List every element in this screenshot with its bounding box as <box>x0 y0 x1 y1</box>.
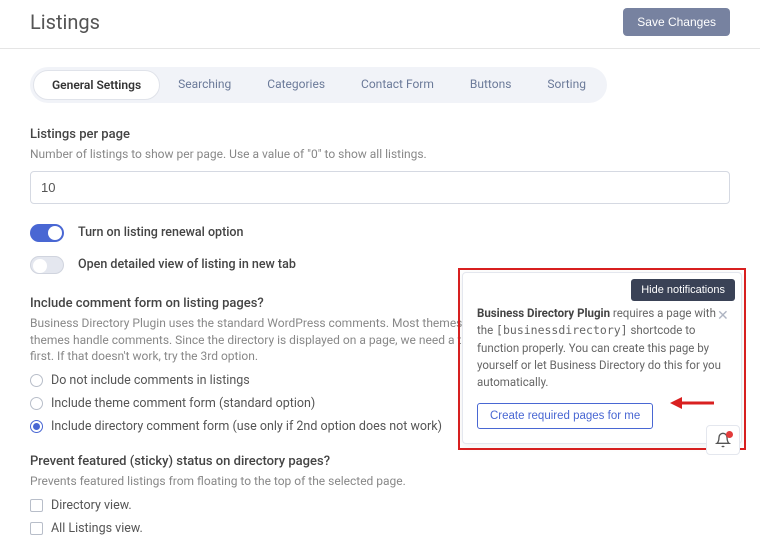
save-button[interactable]: Save Changes <box>623 8 730 36</box>
tab-sorting[interactable]: Sorting <box>529 70 604 100</box>
notification-shortcode: [businessdirectory] <box>496 323 628 337</box>
hide-notifications-button[interactable]: Hide notifications <box>631 279 735 301</box>
notifications-bell-button[interactable] <box>706 425 740 455</box>
page-title: Listings <box>30 10 100 34</box>
sticky-checkbox-1[interactable] <box>30 522 43 535</box>
sticky-label: Prevent featured (sticky) status on dire… <box>30 454 730 469</box>
sticky-desc: Prevents featured listings from floating… <box>30 473 730 490</box>
sticky-checkbox-label-1: All Listings view. <box>51 521 143 536</box>
renewal-toggle[interactable] <box>30 224 64 242</box>
renewal-toggle-label: Turn on listing renewal option <box>78 225 243 240</box>
listings-per-page-label: Listings per page <box>30 127 730 142</box>
listings-per-page-input[interactable] <box>30 171 730 204</box>
tab-contact-form[interactable]: Contact Form <box>343 70 452 100</box>
tab-searching[interactable]: Searching <box>160 70 249 100</box>
comment-radio-0[interactable] <box>30 374 43 387</box>
tabs: General SettingsSearchingCategoriesConta… <box>30 67 607 103</box>
tab-general-settings[interactable]: General Settings <box>33 70 160 100</box>
comment-radio-1[interactable] <box>30 397 43 410</box>
notification-plugin-name: Business Directory Plugin <box>477 306 610 320</box>
tab-categories[interactable]: Categories <box>249 70 343 100</box>
close-icon[interactable]: ✕ <box>717 309 731 323</box>
notification-text: Business Directory Plugin requires a pag… <box>477 305 727 391</box>
notification-card: Hide notifications ✕ Business Directory … <box>462 272 742 444</box>
sticky-checkbox-0[interactable] <box>30 499 43 512</box>
new-tab-toggle[interactable] <box>30 256 64 274</box>
comment-radio-label-1: Include theme comment form (standard opt… <box>51 396 315 411</box>
listings-per-page-desc: Number of listings to show per page. Use… <box>30 146 730 163</box>
comment-radio-2[interactable] <box>30 420 43 433</box>
notification-dot <box>726 431 733 438</box>
comment-radio-label-0: Do not include comments in listings <box>51 373 250 388</box>
tab-buttons[interactable]: Buttons <box>452 70 530 100</box>
create-pages-button[interactable]: Create required pages for me <box>477 403 653 429</box>
sticky-checkbox-label-0: Directory view. <box>51 498 132 513</box>
comment-radio-label-2: Include directory comment form (use only… <box>51 419 442 434</box>
new-tab-toggle-label: Open detailed view of listing in new tab <box>78 257 296 272</box>
